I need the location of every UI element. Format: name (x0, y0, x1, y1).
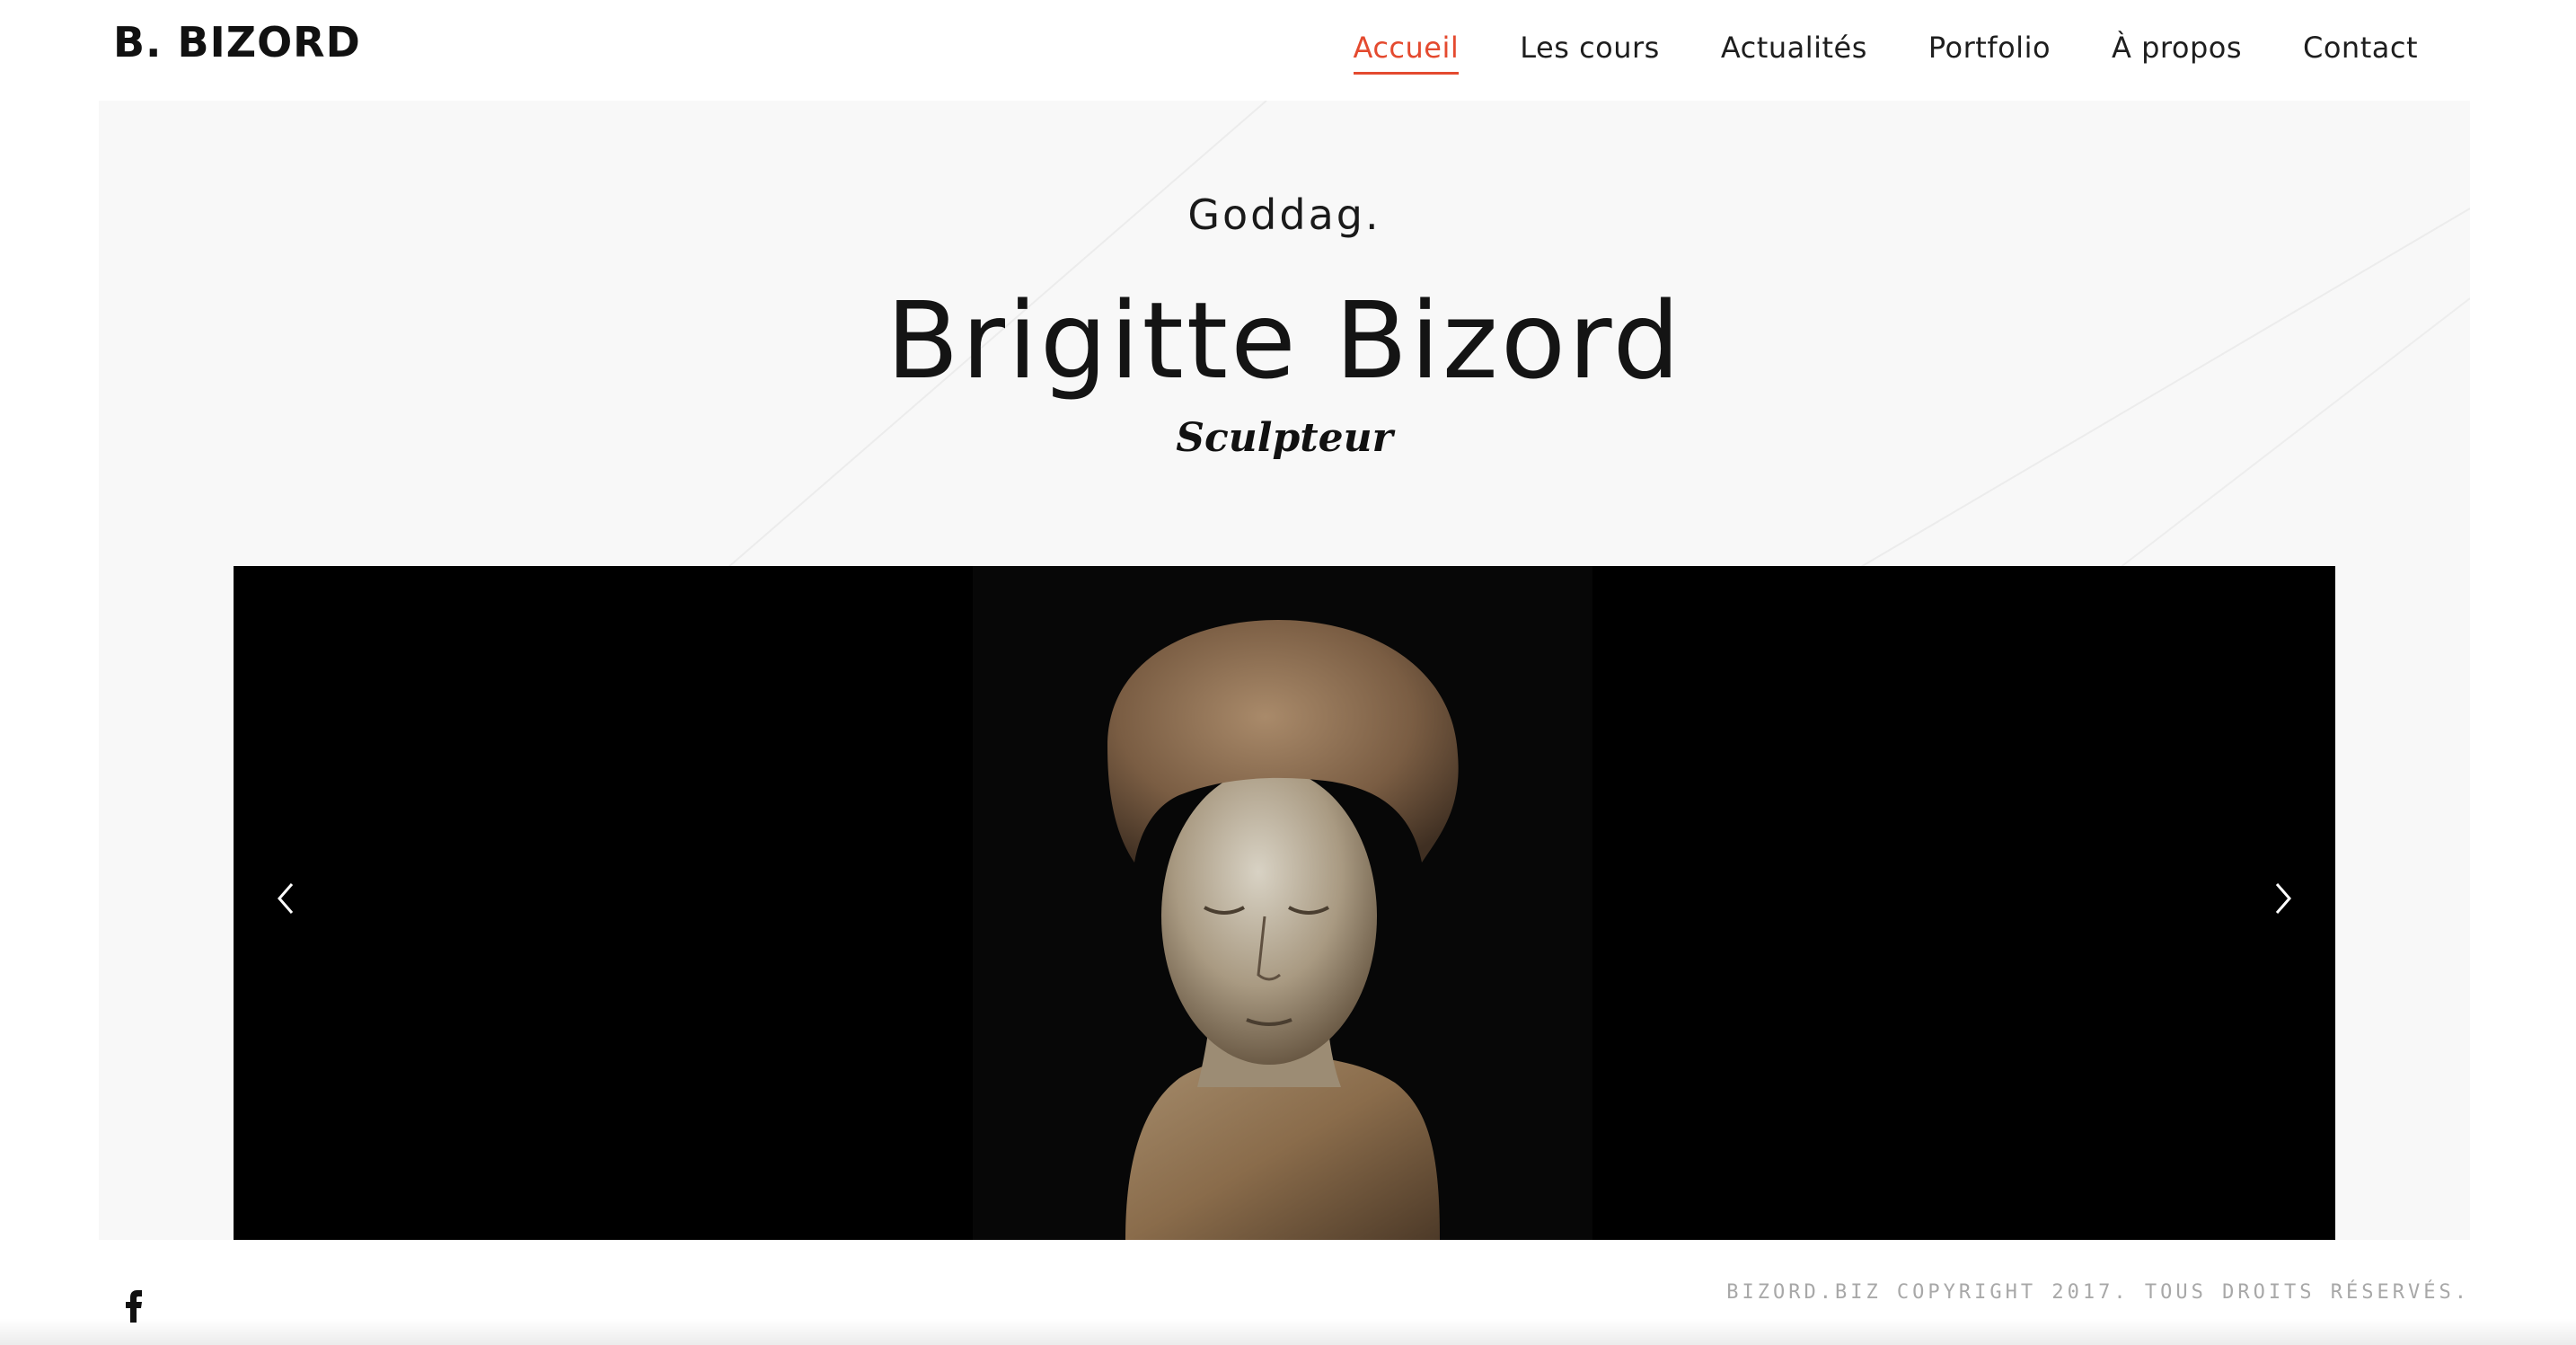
hero-name: Brigitte Bizord (886, 279, 1683, 403)
nav-item-contact[interactable]: Contact (2303, 31, 2418, 75)
slider-next-button[interactable] (2256, 872, 2310, 925)
nav-item-accueil[interactable]: Accueil (1353, 31, 1460, 75)
image-slider (234, 566, 2335, 1240)
copyright-text: BIZORD.BIZ COPYRIGHT 2017. TOUS DROITS R… (1726, 1281, 2470, 1304)
site-logo[interactable]: B. BIZORD (113, 18, 361, 66)
facebook-icon[interactable] (120, 1287, 147, 1323)
hero-greeting: Goddag. (1187, 190, 1381, 239)
page: B. BIZORD Accueil Les cours Actualités P… (0, 0, 2576, 1345)
nav-item-portfolio[interactable]: Portfolio (1928, 31, 2051, 75)
hero-section: Goddag. Brigitte Bizord Sculpteur (99, 101, 2470, 1240)
nav-item-a-propos[interactable]: À propos (2112, 31, 2242, 75)
footer-shadow (0, 1318, 2576, 1345)
nav-item-les-cours[interactable]: Les cours (1520, 31, 1660, 75)
chevron-left-icon (278, 883, 294, 914)
site-header: B. BIZORD Accueil Les cours Actualités P… (0, 0, 2576, 101)
nav-item-actualites[interactable]: Actualités (1721, 31, 1867, 75)
sculpture-bust-image (973, 566, 1592, 1240)
main-nav: Accueil Les cours Actualités Portfolio À… (1353, 31, 2419, 75)
site-footer: BIZORD.BIZ COPYRIGHT 2017. TOUS DROITS R… (0, 1240, 2576, 1345)
chevron-right-icon (2275, 883, 2291, 914)
slider-prev-button[interactable] (259, 872, 313, 925)
hero-role: Sculpteur (1176, 415, 1393, 461)
